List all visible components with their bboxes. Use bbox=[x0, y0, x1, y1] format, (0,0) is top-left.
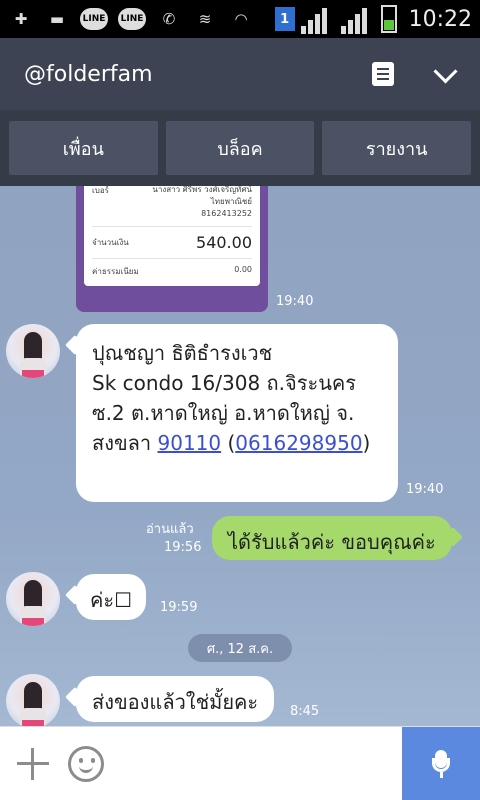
date-separator: ศ., 12 ส.ค. bbox=[188, 634, 292, 662]
vibrate-icon: ≋ bbox=[198, 10, 212, 28]
slip-account: 8162413252 bbox=[201, 209, 252, 218]
slip-fee: 0.00 bbox=[234, 265, 252, 274]
chat-area[interactable]: เบอร์ นางสาว ศิริพร วงศ์เจริญทัศน์ ไทยพา… bbox=[0, 186, 480, 726]
chat-header: @folderfam bbox=[0, 38, 480, 110]
report-button[interactable]: รายงาน bbox=[322, 121, 472, 175]
sim-indicator: 1 bbox=[274, 7, 295, 31]
message-text: สงขลา bbox=[92, 431, 158, 455]
message-time: 19:59 bbox=[160, 600, 198, 615]
message-bubble[interactable]: ส่งของแล้วใช่มั้ยคะ bbox=[76, 676, 275, 722]
slip-field-label: เบอร์ bbox=[92, 186, 109, 195]
message-time: 8:45 bbox=[290, 704, 320, 719]
message-line: ปุณชญา ธิติธำรงเวช bbox=[92, 341, 273, 365]
signal-icon bbox=[340, 4, 375, 34]
slip-fee-label: ค่าธรรมเนียม bbox=[92, 267, 139, 276]
message-line: ซ.2 ต.หาดใหญ่ อ.หาดใหญ่ จ. bbox=[92, 401, 355, 425]
slip-recipient: นางสาว ศิริพร วงศ์เจริญทัศน์ bbox=[152, 186, 252, 194]
block-button[interactable]: บล็อค bbox=[165, 121, 315, 175]
add-friend-button[interactable]: เพื่อน bbox=[9, 121, 158, 175]
smile-icon[interactable] bbox=[68, 745, 104, 782]
postcode-link[interactable]: 90110 bbox=[158, 431, 222, 455]
clock: 10:22 bbox=[408, 6, 472, 32]
chat-title: @folderfam bbox=[24, 61, 153, 87]
message-input-bar bbox=[0, 726, 480, 800]
wifi-icon: ◠ bbox=[234, 10, 248, 28]
message-line: สงขลา 90110 (0616298950) bbox=[92, 431, 371, 455]
plus-box-icon: ✚ bbox=[14, 10, 28, 28]
action-bar: เพื่อน บล็อค รายงาน bbox=[0, 110, 480, 186]
phone-icon: ✆ bbox=[162, 10, 176, 28]
microphone-icon bbox=[432, 750, 450, 778]
avatar[interactable] bbox=[6, 572, 60, 626]
message-bubble[interactable]: ค่ะ☐ bbox=[76, 574, 147, 620]
message-bubble[interactable]: ปุณชญา ธิติธำรงเวช Sk condo 16/308 ถ.จิร… bbox=[76, 324, 398, 502]
line-app-icon: LINE bbox=[118, 8, 146, 30]
plus-icon[interactable] bbox=[14, 745, 52, 783]
message-bubble-outgoing[interactable]: ได้รับแล้วค่ะ ขอบคุณค่ะ bbox=[212, 516, 452, 560]
transfer-slip-image[interactable]: เบอร์ นางสาว ศิริพร วงศ์เจริญทัศน์ ไทยพา… bbox=[76, 186, 268, 312]
status-bar: ✚ ▬ LINE LINE ✆ ≋ ◠ 1 10:22 bbox=[0, 0, 480, 38]
battery-icon bbox=[380, 5, 397, 33]
message-line: Sk condo 16/308 ถ.จิระนคร bbox=[92, 371, 357, 395]
read-receipt: อ่านแล้ว bbox=[146, 522, 194, 537]
message-text: ค่ะ☐ bbox=[90, 588, 133, 612]
slip-amount-label: จำนวนเงิน bbox=[92, 238, 129, 247]
slip-amount: 540.00 bbox=[196, 233, 252, 252]
phone-link[interactable]: 0616298950 bbox=[235, 431, 362, 455]
message-text: ได้รับแล้วค่ะ ขอบคุณค่ะ bbox=[228, 530, 436, 554]
message-time: 19:56 bbox=[164, 540, 202, 555]
microphone-button[interactable] bbox=[402, 727, 480, 800]
note-icon[interactable] bbox=[372, 62, 394, 86]
line-app-icon: LINE bbox=[80, 8, 108, 30]
message-time: 19:40 bbox=[276, 294, 314, 309]
avatar[interactable] bbox=[6, 674, 60, 726]
signal-icon bbox=[300, 4, 335, 34]
slip-bank: ไทยพาณิชย์ bbox=[210, 197, 252, 206]
chevron-down-icon[interactable] bbox=[434, 63, 456, 85]
message-text: ส่งของแล้วใช่มั้ยคะ bbox=[92, 690, 259, 714]
avatar[interactable] bbox=[6, 324, 60, 378]
message-time: 19:40 bbox=[406, 482, 444, 497]
message-icon: ▬ bbox=[49, 10, 65, 28]
